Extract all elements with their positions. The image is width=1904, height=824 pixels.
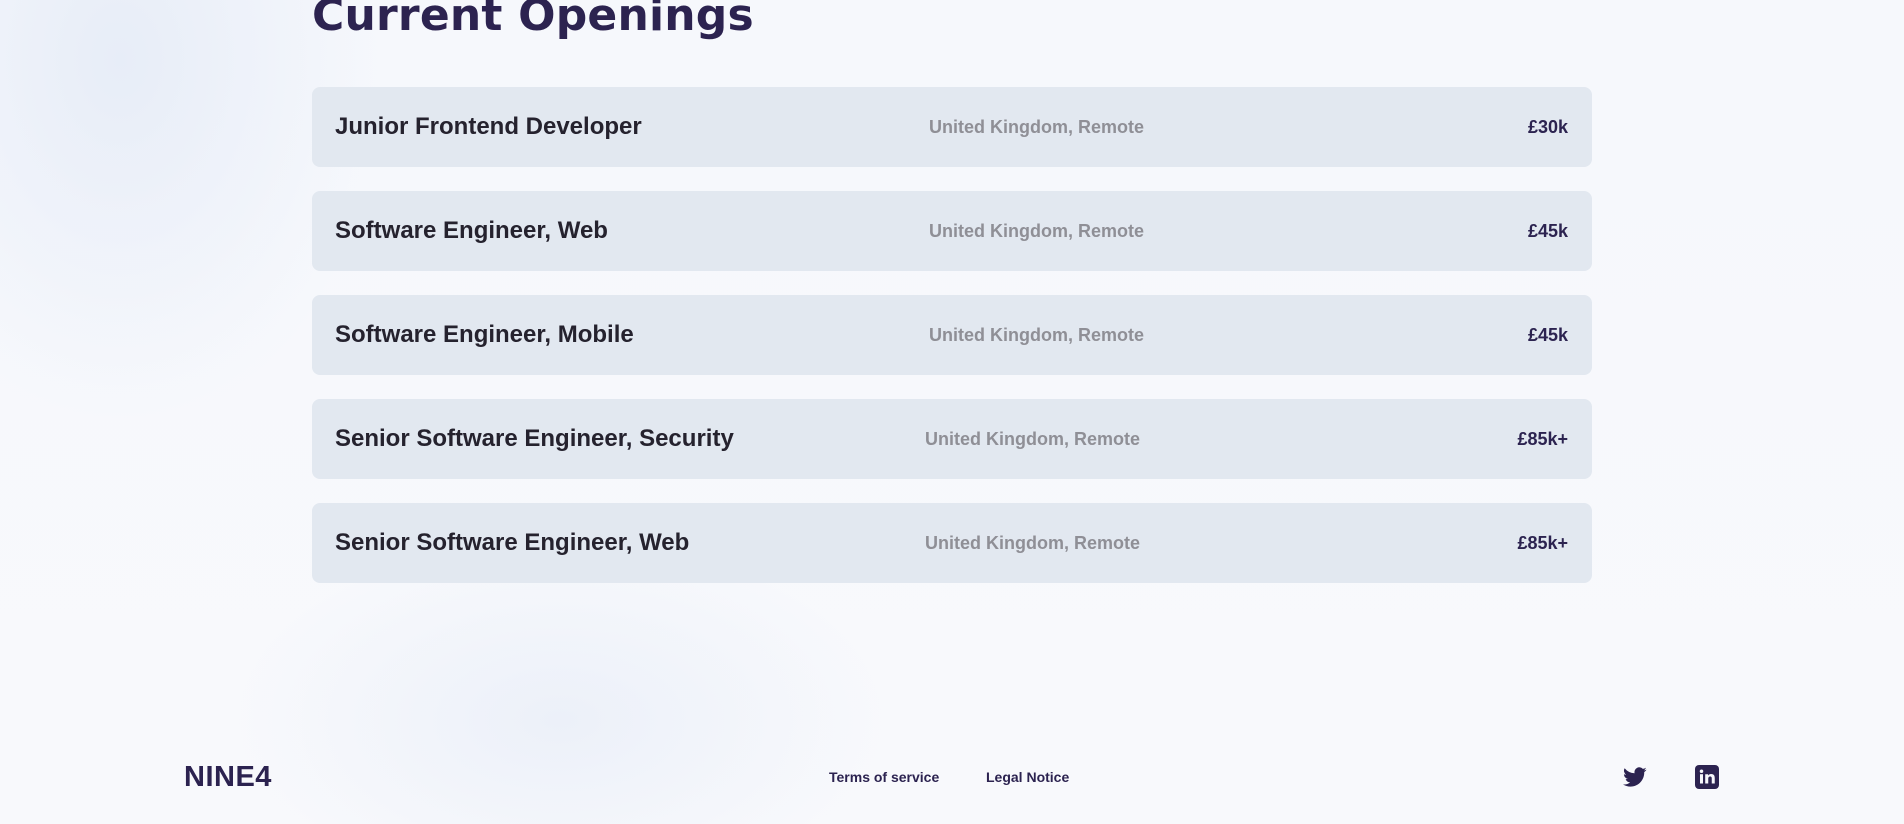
job-salary: £30k xyxy=(1527,117,1568,137)
twitter-icon[interactable] xyxy=(1623,765,1647,789)
job-location: United Kingdom, Remote xyxy=(929,117,1144,137)
linkedin-icon[interactable] xyxy=(1695,765,1719,789)
job-title: Software Engineer, Mobile xyxy=(335,321,634,348)
openings-list: Junior Frontend Developer United Kingdom… xyxy=(312,87,1592,607)
job-location: United Kingdom, Remote xyxy=(925,429,1140,449)
job-title: Senior Software Engineer, Web xyxy=(335,529,690,556)
job-row-junior-frontend-developer[interactable]: Junior Frontend Developer United Kingdom… xyxy=(312,87,1592,167)
page-title: Current Openings xyxy=(312,0,754,41)
job-row-software-engineer-web[interactable]: Software Engineer, Web United Kingdom, R… xyxy=(312,191,1592,271)
site-footer: NINE4 Terms of service Legal Notice xyxy=(0,752,1904,802)
job-location: United Kingdom, Remote xyxy=(929,221,1144,241)
job-location: United Kingdom, Remote xyxy=(929,325,1144,345)
job-location: United Kingdom, Remote xyxy=(925,533,1140,553)
job-salary: £45k xyxy=(1527,325,1568,345)
job-salary: £85k+ xyxy=(1517,429,1568,449)
job-row-senior-software-engineer-web[interactable]: Senior Software Engineer, Web United Kin… xyxy=(312,503,1592,583)
job-title: Senior Software Engineer, Security xyxy=(335,425,734,452)
job-salary: £85k+ xyxy=(1517,533,1568,553)
job-title: Software Engineer, Web xyxy=(335,217,608,244)
job-salary: £45k xyxy=(1527,221,1568,241)
legal-notice-link[interactable]: Legal Notice xyxy=(986,752,1069,802)
job-title: Junior Frontend Developer xyxy=(335,113,642,140)
footer-logo[interactable]: NINE4 xyxy=(184,752,272,802)
terms-of-service-link[interactable]: Terms of service xyxy=(829,752,939,802)
job-row-senior-software-engineer-security[interactable]: Senior Software Engineer, Security Unite… xyxy=(312,399,1592,479)
job-row-software-engineer-mobile[interactable]: Software Engineer, Mobile United Kingdom… xyxy=(312,295,1592,375)
